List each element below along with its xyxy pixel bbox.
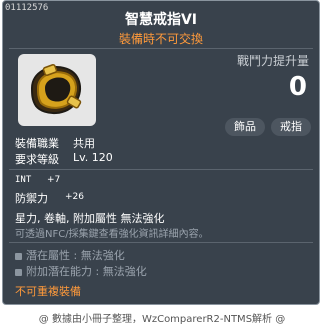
tag-category: 飾品 [225, 118, 265, 136]
enhance-flags: 星力, 卷軸, 附加屬性 無法強化 [15, 212, 165, 225]
divider [9, 169, 313, 170]
power-label: 戰鬥力提升量 [236, 54, 309, 68]
bullet-icon [15, 268, 22, 276]
job-value: 共用 [73, 137, 95, 150]
stat-def-value: +26 [65, 192, 84, 202]
job-label: 裝備職業 [15, 137, 59, 150]
power-value: 0 [288, 72, 307, 102]
divider [9, 242, 313, 243]
stat-def-label: 防禦力 [15, 192, 48, 205]
enhance-note: 可透過NFC/採集鍵查看強化資訊詳細內容。 [15, 229, 209, 240]
level-label: 要求等級 [15, 153, 59, 166]
gold-ring-icon [30, 64, 82, 114]
tag-type: 戒指 [271, 118, 311, 136]
level-value: Lv. 120 [73, 151, 113, 164]
unique-equip-warning: 不可重複裝備 [15, 285, 81, 298]
trade-note: 裝備時不可交換 [118, 32, 203, 46]
potential-row: 潛在屬性 : 無法強化 [15, 247, 125, 263]
stat-int-value: +7 [47, 175, 61, 185]
item-name: 智慧戒指VI [124, 12, 198, 28]
stat-int-label: INT [15, 175, 32, 185]
divider [9, 48, 313, 49]
additional-potential-row: 附加潛在能力 : 無法強化 [15, 263, 147, 279]
potential-value: 無法強化 [80, 249, 125, 262]
item-tooltip: 01112576 智慧戒指VI 裝備時不可交換 戰鬥力提升量 0 飾品 戒指 裝… [2, 0, 320, 305]
potential-label: 潛在屬性 [26, 249, 70, 262]
item-icon-frame [18, 54, 96, 126]
footer-credit: @ 數據由小冊子整理，WzComparerR2-NTMS解析 @ [38, 314, 286, 325]
additional-label: 附加潛在能力 [26, 265, 92, 278]
bullet-icon [15, 252, 22, 260]
additional-value: 無法強化 [102, 265, 147, 278]
